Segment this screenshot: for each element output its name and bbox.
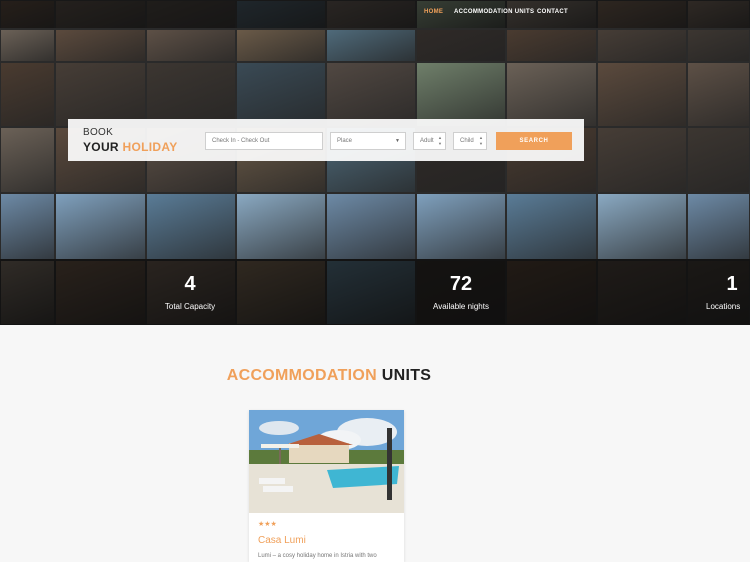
mosaic-tile [416,193,506,260]
mosaic-tile [55,62,146,127]
booking-widget: BOOK YOUR HOLIDAY Check In - Check Out P… [68,119,584,161]
stepper-arrows-icon[interactable]: ▲ ▼ [438,135,442,147]
hero-section: HOME ACCOMMODATION UNITS CONTACT BOOK YO… [0,0,750,325]
mosaic-tile [687,127,750,193]
mosaic-tile [326,193,416,260]
date-range-placeholder: Check In - Check Out [212,138,270,144]
star-rating: ★★★ [258,521,277,528]
mosaic-tile [146,29,236,62]
nav-contact[interactable]: CONTACT [537,9,568,15]
stat-capacity-value: 4 [184,273,196,295]
mosaic-tile [0,193,55,260]
mosaic-tile [55,29,146,62]
stat-capacity-label: Total Capacity [164,302,216,311]
card-title[interactable]: Casa Lumi [258,535,306,546]
date-range-input[interactable]: Check In - Check Out [205,132,323,150]
nav-home[interactable]: HOME [424,9,443,15]
mosaic-tile [687,62,750,127]
chevron-down-icon: ▼ [395,138,400,144]
place-select[interactable]: Place ▼ [330,132,406,150]
child-placeholder: Child [460,138,474,144]
stat-nights-value: 72 [449,273,473,295]
nav-accommodation-units[interactable]: ACCOMMODATION UNITS [454,9,534,15]
stats-band [0,259,750,325]
card-photo[interactable] [249,410,404,513]
adults-placeholder: Adult [420,138,434,144]
section-title-accommodation: ACCOMMODATION [226,367,377,384]
mosaic-tile [146,62,236,127]
mosaic-tile [326,62,416,127]
mosaic-tile [0,29,55,62]
mosaic-tile [597,127,687,193]
mosaic-tile [597,62,687,127]
mosaic-tile [506,193,597,260]
stat-locations-value: 1 [726,273,738,295]
mosaic-tile [236,193,326,260]
mosaic-tile [416,62,506,127]
mosaic-tile [597,193,687,260]
booking-title-line2: YOUR HOLIDAY [83,140,178,154]
booking-title-holiday: HOLIDAY [122,140,178,154]
mosaic-tile [236,29,326,62]
section-title: ACCOMMODATION UNITS [0,367,658,385]
mosaic-tile [687,193,750,260]
card-description: Lumi – a cosy holiday home in Istria wit… [258,553,377,559]
mosaic-tile [0,62,55,127]
section-title-units: UNITS [381,367,432,384]
place-placeholder: Place [337,138,353,144]
booking-title-line1: BOOK [83,127,114,138]
adults-stepper[interactable]: Adult ▲ ▼ [413,132,446,150]
mosaic-tile [506,29,597,62]
booking-title-your: YOUR [83,140,119,154]
child-stepper[interactable]: Child ▲ ▼ [453,132,487,150]
mosaic-tile [146,193,236,260]
stat-nights-label: Available nights [433,302,489,311]
stat-locations-label: Locations [706,302,741,311]
mosaic-tile [326,29,416,62]
mosaic-tile [416,29,506,62]
stepper-arrows-icon[interactable]: ▲ ▼ [479,135,483,147]
mosaic-tile [55,193,146,260]
mosaic-tile [687,29,750,62]
search-button[interactable]: SEARCH [496,132,572,150]
mosaic-tile [597,29,687,62]
mosaic-tile [506,62,597,127]
mosaic-tile [0,127,55,193]
top-navbar: HOME ACCOMMODATION UNITS CONTACT [0,0,750,28]
mosaic-tile [236,62,326,127]
